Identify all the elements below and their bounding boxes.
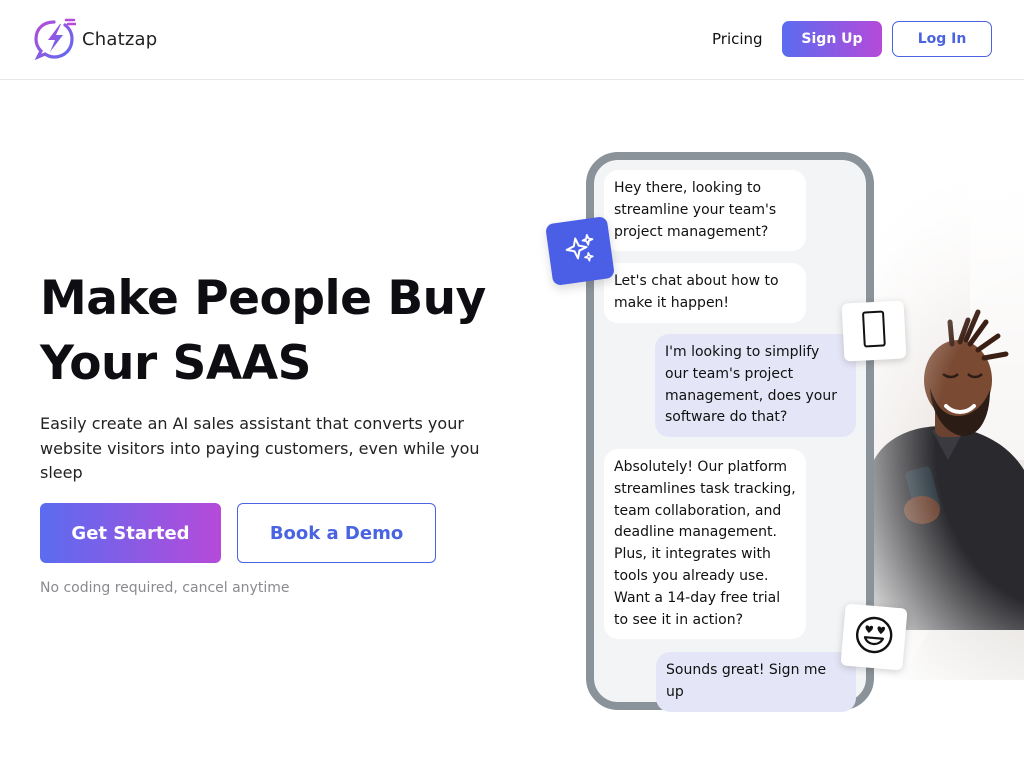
lightning-chat-logo-icon <box>32 18 76 60</box>
phone-icon <box>860 309 888 352</box>
chat-message-bot: Absolutely! Our platform streamlines tas… <box>604 449 806 640</box>
brand-name: Chatzap <box>82 28 158 50</box>
sparkle-icon <box>561 230 600 272</box>
hero-note: No coding required, cancel anytime <box>40 580 290 596</box>
chat-message-bot: Let's chat about how to make it happen! <box>604 263 806 323</box>
hero-subtitle: Easily create an AI sales assistant that… <box>40 414 480 482</box>
phone-card <box>841 300 907 362</box>
hero-title: Make People Buy Your SAAS <box>40 266 540 396</box>
hero-title-line-1: Make People Buy <box>40 271 486 326</box>
chat-message-user: I'm looking to simplify our team's proje… <box>655 334 856 438</box>
chat-message-user: Sounds great! Sign me up <box>656 652 856 712</box>
site-header: Chatzap Pricing Sign Up Log In <box>0 0 1024 80</box>
brand-logo[interactable]: Chatzap <box>32 18 157 60</box>
sparkle-card <box>544 215 616 287</box>
log-in-button[interactable]: Log In <box>892 21 992 57</box>
heart-eyes-card <box>840 603 908 671</box>
sign-up-button[interactable]: Sign Up <box>782 21 882 57</box>
hero-title-line-2: Your SAAS <box>40 336 311 391</box>
get-started-button[interactable]: Get Started <box>40 503 221 563</box>
nav-pricing-link[interactable]: Pricing <box>712 30 763 48</box>
phone-mockup: Hey there, looking to streamline your te… <box>586 152 874 712</box>
heart-eyes-emoji-icon <box>852 613 896 660</box>
chat-message-bot: Hey there, looking to streamline your te… <box>604 170 806 252</box>
book-demo-button[interactable]: Book a Demo <box>237 503 436 563</box>
